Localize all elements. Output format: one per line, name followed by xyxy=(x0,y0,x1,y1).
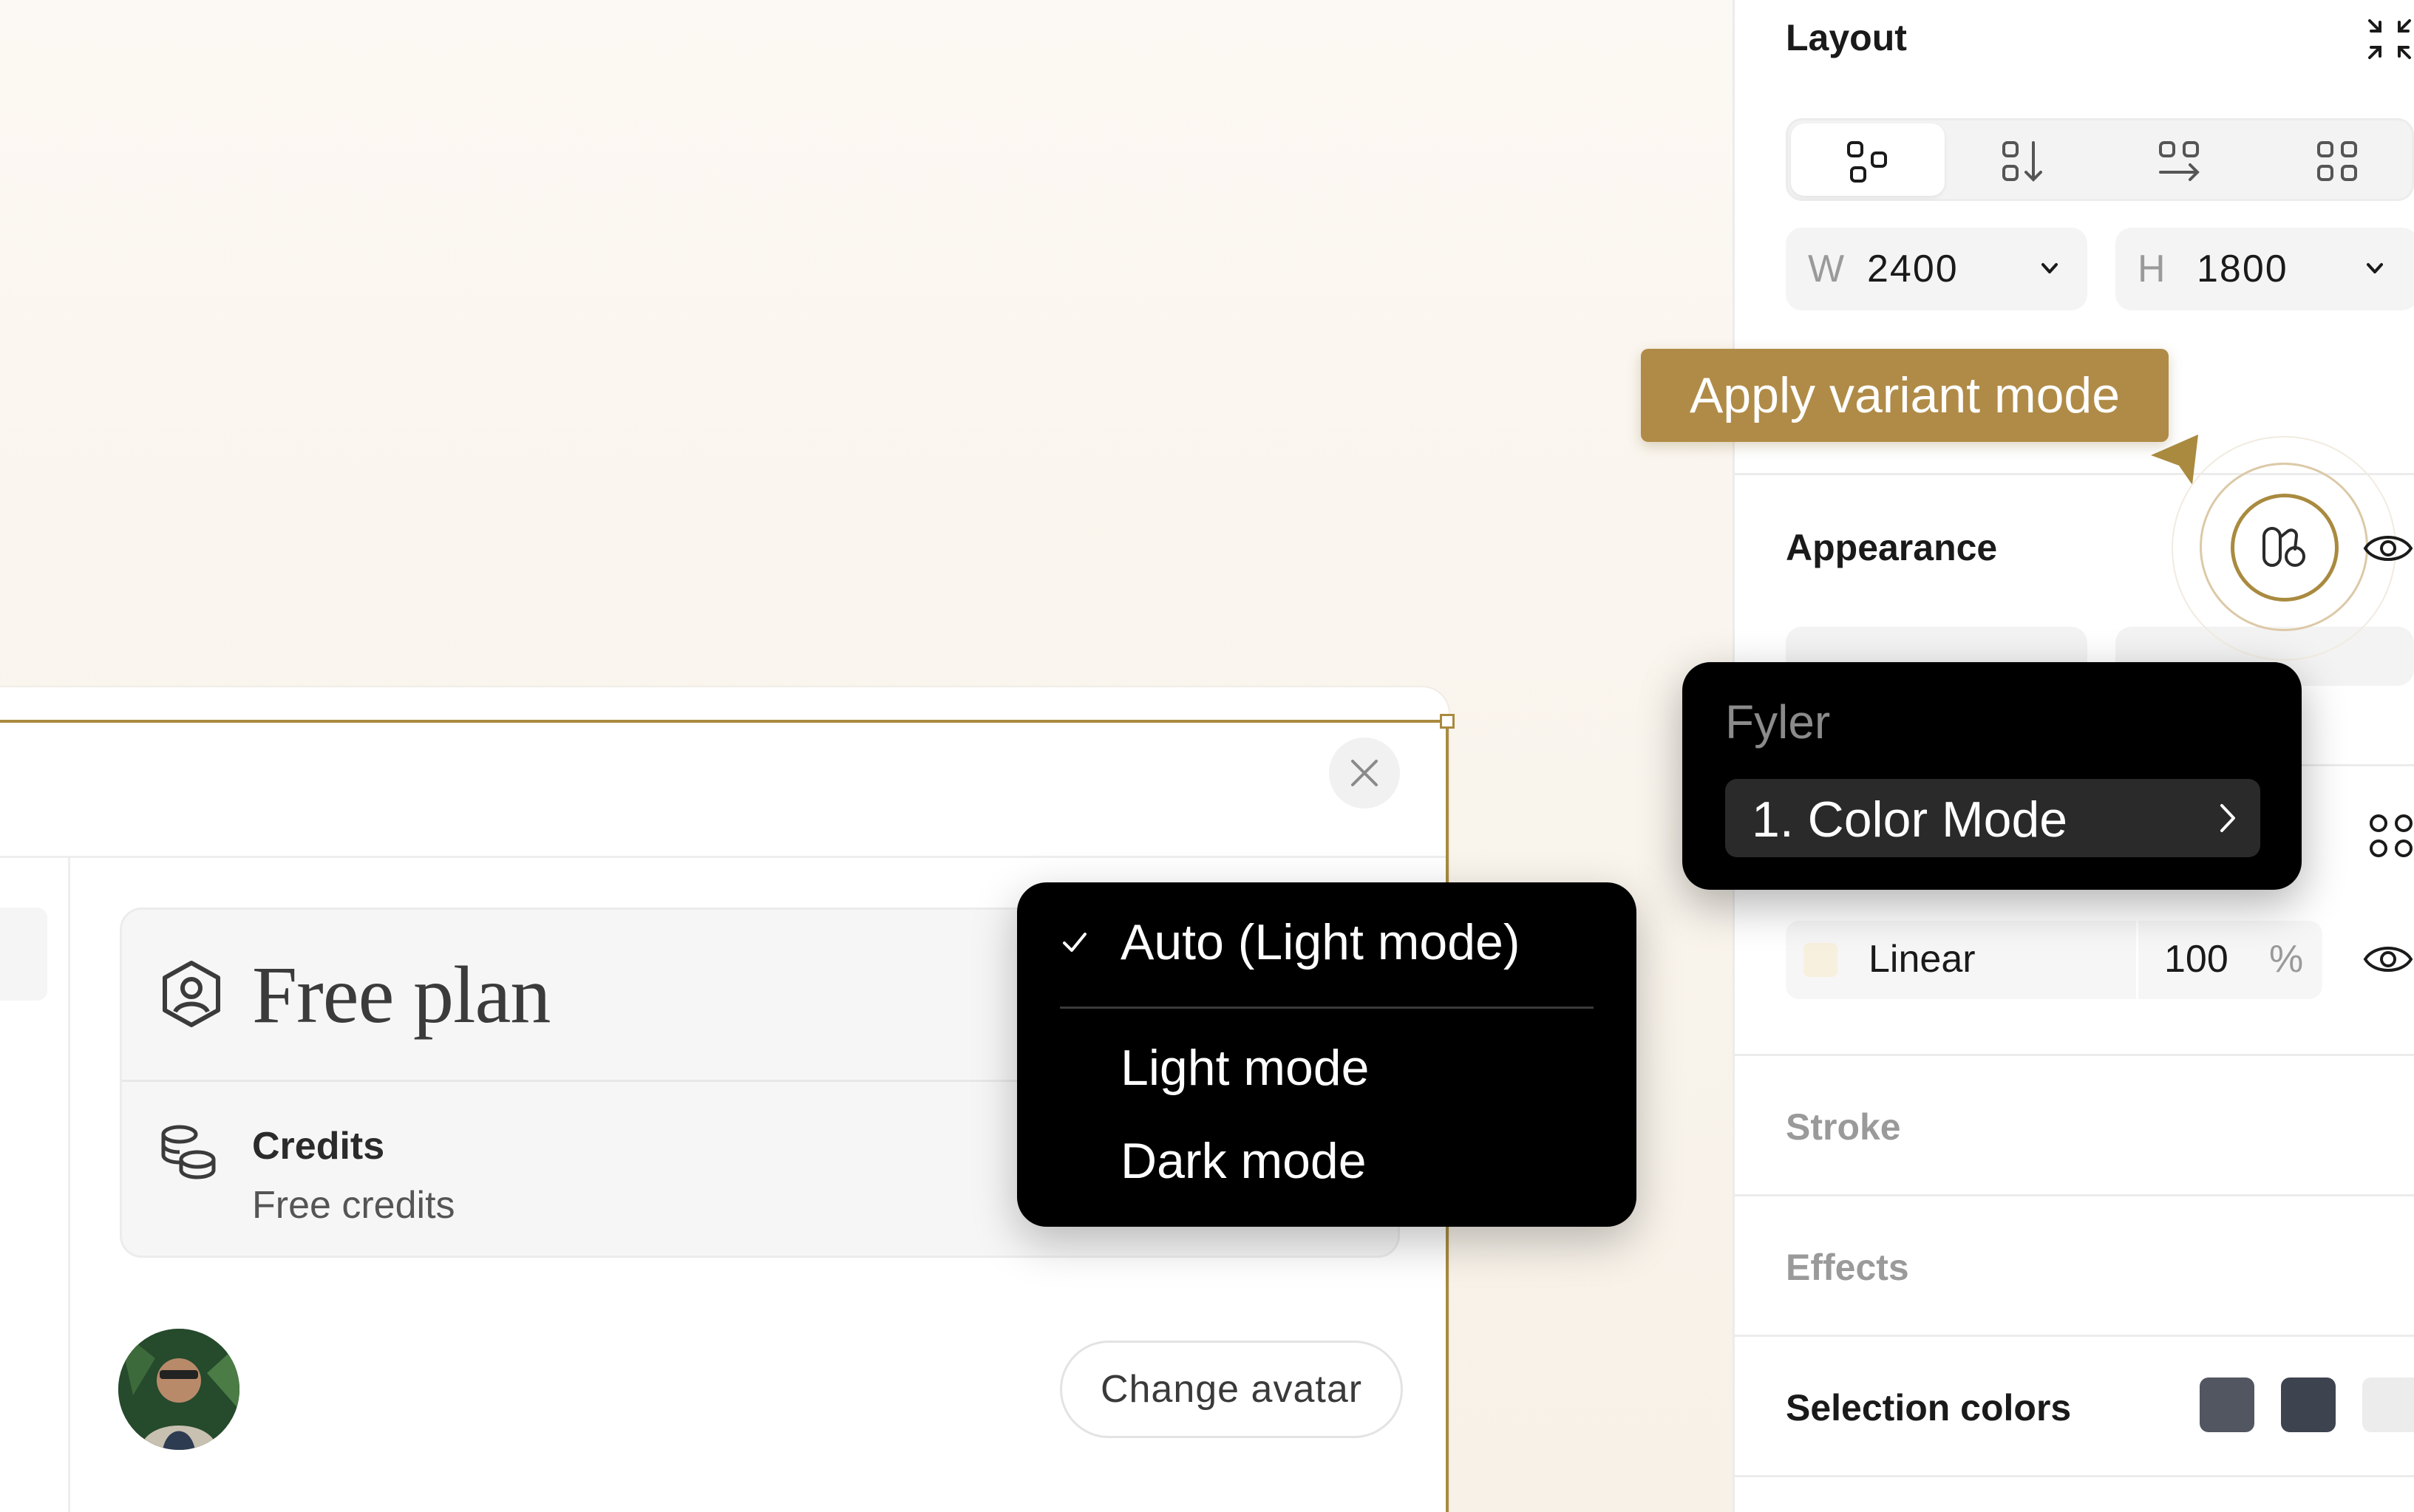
width-letter: W xyxy=(1808,248,1845,290)
change-avatar-button[interactable]: Change avatar xyxy=(1060,1341,1403,1438)
chevron-right-icon xyxy=(2220,804,2235,832)
color-mode-menu: Auto (Light mode) Light mode Dark mode xyxy=(1017,882,1636,1227)
menu-item-color-mode[interactable]: 1. Color Mode xyxy=(1725,779,2260,857)
section-divider xyxy=(1734,1054,2414,1056)
plan-title: Free plan xyxy=(252,950,551,1040)
dialog-sidebar-divider xyxy=(68,857,70,1512)
height-field[interactable]: H 1800 xyxy=(2115,228,2414,310)
selection-outline-top xyxy=(0,720,1449,723)
change-avatar-label: Change avatar xyxy=(1100,1368,1363,1411)
fill-row-divider xyxy=(2136,921,2138,999)
variant-mode-icon xyxy=(2262,527,2305,567)
coins-icon xyxy=(161,1125,216,1179)
horizontal-stack-icon[interactable] xyxy=(2156,138,2203,185)
freeform-icon[interactable] xyxy=(1844,138,1891,185)
width-field[interactable]: W 2400 xyxy=(1786,228,2087,310)
fill-opacity-unit: % xyxy=(2269,938,2304,981)
width-value: 2400 xyxy=(1867,248,1959,290)
selection-colors-title: Selection colors xyxy=(1786,1387,2072,1428)
stroke-title[interactable]: Stroke xyxy=(1786,1106,1901,1148)
credits-value: Free credits xyxy=(252,1184,455,1227)
user-badge-icon xyxy=(163,961,220,1027)
vertical-stack-icon[interactable] xyxy=(1999,138,2047,185)
fill-style-icon[interactable] xyxy=(2368,813,2414,859)
section-divider xyxy=(1734,1475,2414,1477)
selection-color-swatch[interactable] xyxy=(2281,1378,2336,1432)
grid-icon[interactable] xyxy=(2314,138,2362,185)
check-icon xyxy=(1063,933,1087,952)
fill-opacity: 100 xyxy=(2164,938,2228,981)
tooltip: Apply variant mode xyxy=(1641,349,2169,442)
chevron-down-icon xyxy=(2041,263,2058,273)
layout-mode-segmented xyxy=(1786,118,2414,201)
fyler-menu-title: Fyler xyxy=(1725,695,1831,749)
fill-swatch[interactable] xyxy=(1803,943,1837,977)
menu-item-dark[interactable]: Dark mode xyxy=(1121,1132,1367,1190)
section-divider xyxy=(1734,1335,2414,1337)
apply-variant-mode-button[interactable] xyxy=(2231,494,2339,602)
fill-type: Linear xyxy=(1869,938,1976,981)
selection-color-swatch[interactable] xyxy=(2200,1378,2254,1432)
section-divider xyxy=(1734,1194,2414,1196)
menu-item-label: 1. Color Mode xyxy=(1752,791,2068,848)
fyler-menu: Fyler 1. Color Mode xyxy=(1682,662,2302,890)
eye-icon[interactable] xyxy=(2362,941,2414,977)
menu-item-light[interactable]: Light mode xyxy=(1121,1039,1369,1097)
menu-divider xyxy=(1060,1007,1594,1009)
eye-icon[interactable] xyxy=(2362,531,2414,566)
close-button[interactable] xyxy=(1329,738,1400,808)
appearance-title: Appearance xyxy=(1786,527,1998,568)
height-value: 1800 xyxy=(2197,248,2288,290)
selection-color-swatch[interactable] xyxy=(2362,1378,2414,1432)
selection-resize-handle[interactable] xyxy=(1440,714,1455,729)
layout-title: Layout xyxy=(1786,17,1907,58)
fill-row[interactable]: Linear 100 % xyxy=(1786,921,2322,999)
dialog-header-divider xyxy=(0,856,1446,858)
credits-label: Credits xyxy=(252,1125,385,1168)
height-letter: H xyxy=(2138,248,2166,290)
chevron-down-icon xyxy=(2367,263,2383,273)
sidebar-item[interactable] xyxy=(0,907,47,1001)
avatar xyxy=(118,1329,239,1450)
collapse-icon[interactable] xyxy=(2365,16,2414,62)
menu-item-auto[interactable]: Auto (Light mode) xyxy=(1121,913,1520,971)
effects-title[interactable]: Effects xyxy=(1786,1246,1909,1289)
close-icon xyxy=(1351,760,1378,786)
